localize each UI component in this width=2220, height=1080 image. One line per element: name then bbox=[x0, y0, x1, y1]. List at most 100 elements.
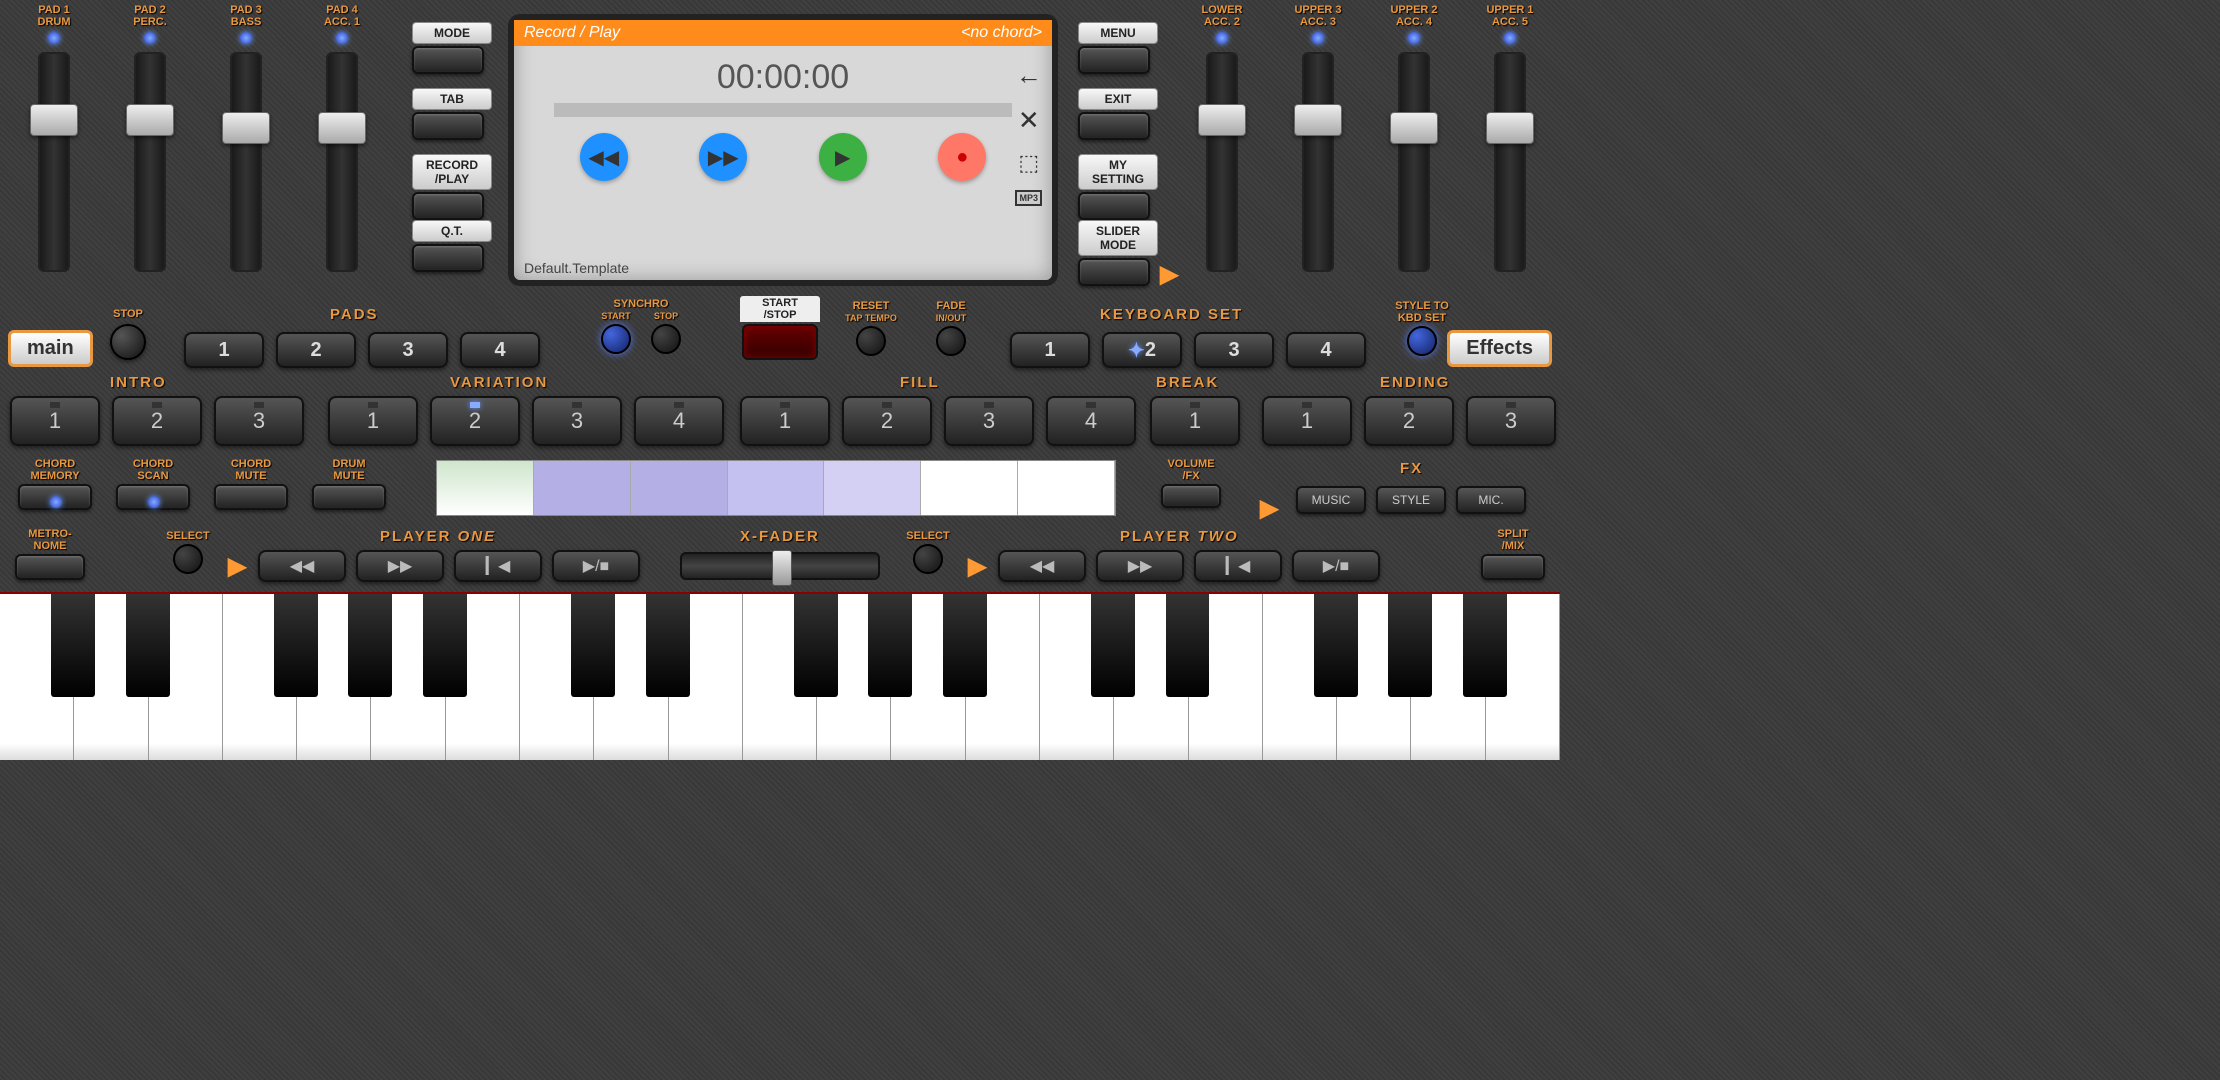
reset-button[interactable] bbox=[856, 326, 886, 356]
variation-1-button[interactable]: 1 bbox=[328, 396, 418, 446]
white-key[interactable] bbox=[223, 594, 297, 760]
forward-button[interactable]: ▶▶ bbox=[699, 133, 747, 181]
stop-button[interactable] bbox=[110, 324, 146, 360]
intro-2-button[interactable]: 2 bbox=[112, 396, 202, 446]
p2-prev-button[interactable]: ▎◀ bbox=[1194, 550, 1282, 582]
slider-mode-button[interactable] bbox=[1078, 258, 1150, 286]
start-stop-button[interactable] bbox=[742, 324, 818, 360]
black-key[interactable] bbox=[348, 594, 392, 697]
black-key[interactable] bbox=[1091, 594, 1135, 697]
fader-pad2[interactable] bbox=[134, 52, 166, 272]
volume-fx-button[interactable] bbox=[1161, 484, 1221, 508]
kbdset-3-button[interactable]: 3 bbox=[1194, 332, 1274, 368]
white-key[interactable] bbox=[743, 594, 817, 760]
black-key[interactable] bbox=[646, 594, 690, 697]
variation-4-button[interactable]: 4 bbox=[634, 396, 724, 446]
fade-button[interactable] bbox=[936, 326, 966, 356]
white-key[interactable] bbox=[1040, 594, 1114, 760]
p2-rewind-button[interactable]: ◀◀ bbox=[998, 550, 1086, 582]
style-to-kbd-button[interactable] bbox=[1407, 326, 1437, 356]
fader-upper2[interactable] bbox=[1398, 52, 1430, 272]
close-icon[interactable]: ✕ bbox=[1018, 105, 1040, 136]
chord-drum-button[interactable] bbox=[312, 484, 386, 510]
ending-1-button[interactable]: 1 bbox=[1262, 396, 1352, 446]
black-key[interactable] bbox=[868, 594, 912, 697]
p1-prev-button[interactable]: ▎◀ bbox=[454, 550, 542, 582]
fx-mic-button[interactable]: MIC. bbox=[1456, 486, 1526, 514]
black-key[interactable] bbox=[1166, 594, 1210, 697]
mp3-icon[interactable]: MP3 bbox=[1015, 190, 1042, 206]
black-key[interactable] bbox=[571, 594, 615, 697]
white-key[interactable] bbox=[0, 594, 74, 760]
record-button[interactable]: ● bbox=[938, 133, 986, 181]
p2-playstop-button[interactable]: ▶/■ bbox=[1292, 550, 1380, 582]
pad-2-button[interactable]: 2 bbox=[276, 332, 356, 368]
kbdset-2-button[interactable]: ✦ 2 bbox=[1102, 332, 1182, 368]
fill-3-button[interactable]: 3 bbox=[944, 396, 1034, 446]
fader-pad4[interactable] bbox=[326, 52, 358, 272]
fader-upper1[interactable] bbox=[1494, 52, 1526, 272]
fx-style-button[interactable]: STYLE bbox=[1376, 486, 1446, 514]
crossfader[interactable] bbox=[680, 552, 880, 580]
pad-1-button[interactable]: 1 bbox=[184, 332, 264, 368]
play-button[interactable]: ▶ bbox=[819, 133, 867, 181]
p2-arrow-icon[interactable]: ▶ bbox=[968, 552, 986, 581]
pad-3-button[interactable]: 3 bbox=[368, 332, 448, 368]
ending-2-button[interactable]: 2 bbox=[1364, 396, 1454, 446]
intro-1-button[interactable]: 1 bbox=[10, 396, 100, 446]
fill-1-button[interactable]: 1 bbox=[740, 396, 830, 446]
p1-forward-button[interactable]: ▶▶ bbox=[356, 550, 444, 582]
ending-3-button[interactable]: 3 bbox=[1466, 396, 1556, 446]
fader-pad1[interactable] bbox=[38, 52, 70, 272]
split-mix-button[interactable] bbox=[1481, 554, 1545, 580]
fx-arrow-icon[interactable]: ▶ bbox=[1260, 494, 1278, 523]
black-key[interactable] bbox=[943, 594, 987, 697]
white-key[interactable] bbox=[520, 594, 594, 760]
black-key[interactable] bbox=[126, 594, 170, 697]
menu-button[interactable] bbox=[1078, 46, 1150, 74]
black-key[interactable] bbox=[794, 594, 838, 697]
chord-mute-button[interactable] bbox=[214, 484, 288, 510]
fader-pad3[interactable] bbox=[230, 52, 262, 272]
my-setting-button[interactable] bbox=[1078, 192, 1150, 220]
p1-playstop-button[interactable]: ▶/■ bbox=[552, 550, 640, 582]
effects-button[interactable]: Effects bbox=[1447, 330, 1552, 367]
rewind-button[interactable]: ◀◀ bbox=[580, 133, 628, 181]
fader-upper3[interactable] bbox=[1302, 52, 1334, 272]
variation-2-button[interactable]: 2 bbox=[430, 396, 520, 446]
intro-3-button[interactable]: 3 bbox=[214, 396, 304, 446]
chord-mem-button[interactable] bbox=[18, 484, 92, 510]
black-key[interactable] bbox=[274, 594, 318, 697]
black-key[interactable] bbox=[51, 594, 95, 697]
synchro-stop-button[interactable] bbox=[651, 324, 681, 354]
player2-select-button[interactable] bbox=[913, 544, 943, 574]
record-play-button[interactable] bbox=[412, 192, 484, 220]
exit-button[interactable] bbox=[1078, 112, 1150, 140]
p1-arrow-icon[interactable]: ▶ bbox=[228, 552, 246, 581]
p2-forward-button[interactable]: ▶▶ bbox=[1096, 550, 1184, 582]
q-t--button[interactable] bbox=[412, 244, 484, 272]
kbdset-4-button[interactable]: 4 bbox=[1286, 332, 1366, 368]
black-key[interactable] bbox=[1314, 594, 1358, 697]
piano-keyboard[interactable] bbox=[0, 592, 1560, 760]
fill-4-button[interactable]: 4 bbox=[1046, 396, 1136, 446]
fx-music-button[interactable]: MUSIC bbox=[1296, 486, 1366, 514]
chord-scan-button[interactable] bbox=[116, 484, 190, 510]
mode-button[interactable] bbox=[412, 46, 484, 74]
break-1-button[interactable]: 1 bbox=[1150, 396, 1240, 446]
keyboard-range-display[interactable] bbox=[436, 460, 1116, 516]
main-button[interactable]: main bbox=[8, 330, 93, 367]
slider-mode-arrow-icon[interactable]: ▶ bbox=[1160, 260, 1178, 289]
variation-3-button[interactable]: 3 bbox=[532, 396, 622, 446]
player1-select-button[interactable] bbox=[173, 544, 203, 574]
fill-2-button[interactable]: 2 bbox=[842, 396, 932, 446]
metronome-button[interactable] bbox=[15, 554, 85, 580]
white-key[interactable] bbox=[1263, 594, 1337, 760]
fader-lower[interactable] bbox=[1206, 52, 1238, 272]
contact-icon[interactable]: ⬚ bbox=[1018, 150, 1039, 176]
pad-4-button[interactable]: 4 bbox=[460, 332, 540, 368]
p1-rewind-button[interactable]: ◀◀ bbox=[258, 550, 346, 582]
black-key[interactable] bbox=[1463, 594, 1507, 697]
kbdset-1-button[interactable]: 1 bbox=[1010, 332, 1090, 368]
back-icon[interactable]: ← bbox=[1016, 60, 1042, 91]
